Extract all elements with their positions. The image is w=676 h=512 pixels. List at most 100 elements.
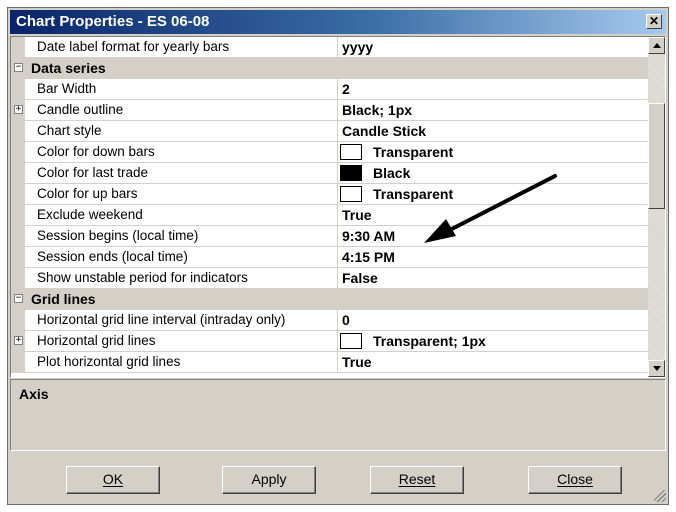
column-splitter[interactable]: [337, 37, 338, 57]
collapse-icon[interactable]: −: [14, 294, 23, 303]
property-rows: Date label format for yearly bars yyyy − Da…: [11, 37, 649, 373]
property-value[interactable]: Transparent: [373, 186, 453, 202]
column-splitter[interactable]: [337, 226, 338, 246]
description-title: Axis: [19, 386, 49, 402]
category-label: Grid lines: [31, 291, 96, 307]
row-gutter: [11, 163, 25, 183]
property-name: Exclude weekend: [37, 207, 143, 222]
property-value[interactable]: 9:30 AM: [342, 228, 395, 244]
resize-grip-icon[interactable]: [654, 490, 666, 502]
property-name: Plot horizontal grid lines: [37, 354, 181, 369]
property-name: Color for up bars: [37, 186, 138, 201]
property-name: Horizontal grid lines: [37, 333, 156, 348]
expand-icon[interactable]: +: [14, 336, 23, 345]
row-gutter: [11, 226, 25, 246]
property-row[interactable]: Exclude weekend True: [11, 205, 649, 226]
property-row[interactable]: Color for last trade Black: [11, 163, 649, 184]
description-panel: Axis: [10, 379, 666, 451]
property-value[interactable]: Black; 1px: [342, 102, 412, 118]
property-row[interactable]: Show unstable period for indicators False: [11, 268, 649, 289]
column-splitter[interactable]: [337, 163, 338, 183]
row-gutter: [11, 310, 25, 330]
column-splitter[interactable]: [337, 79, 338, 99]
property-name: Session ends (local time): [37, 249, 188, 264]
row-gutter: [11, 205, 25, 225]
arrow-down-icon: [653, 366, 661, 371]
close-icon: ✕: [648, 14, 660, 28]
property-name: Bar Width: [37, 81, 97, 96]
chart-properties-dialog: Chart Properties - ES 06-08 ✕ Date label…: [7, 7, 669, 505]
column-splitter[interactable]: [337, 268, 338, 288]
column-splitter[interactable]: [337, 121, 338, 141]
title-bar[interactable]: Chart Properties - ES 06-08 ✕: [10, 10, 666, 34]
ok-button-label: OK: [102, 471, 124, 487]
column-splitter[interactable]: [337, 352, 338, 372]
property-value[interactable]: True: [342, 354, 372, 370]
property-value[interactable]: yyyy: [342, 39, 373, 55]
scroll-down-button[interactable]: [648, 360, 665, 377]
property-row[interactable]: Bar Width 2: [11, 79, 649, 100]
category-row[interactable]: − Grid lines: [11, 289, 649, 310]
property-name: Candle outline: [37, 102, 124, 117]
property-row[interactable]: Chart style Candle Stick: [11, 121, 649, 142]
property-value[interactable]: Transparent: [373, 144, 453, 160]
close-window-button[interactable]: ✕: [646, 14, 662, 29]
property-value[interactable]: 2: [342, 81, 350, 97]
property-row[interactable]: Session ends (local time) 4:15 PM: [11, 247, 649, 268]
property-name: Session begins (local time): [37, 228, 199, 243]
apply-button-label: Apply: [251, 471, 287, 487]
column-splitter[interactable]: [337, 142, 338, 162]
property-value[interactable]: False: [342, 270, 378, 286]
vertical-scrollbar[interactable]: [648, 37, 665, 377]
color-swatch: [340, 333, 362, 349]
property-value[interactable]: 0: [342, 312, 350, 328]
window-title: Chart Properties - ES 06-08: [16, 13, 210, 30]
reset-button[interactable]: Reset: [370, 466, 464, 494]
row-gutter: [11, 121, 25, 141]
column-splitter[interactable]: [337, 331, 338, 351]
column-splitter[interactable]: [337, 310, 338, 330]
row-gutter: [11, 352, 25, 372]
property-row[interactable]: + Candle outline Black; 1px: [11, 100, 649, 121]
property-name: Date label format for yearly bars: [37, 39, 230, 54]
scroll-up-button[interactable]: [648, 37, 665, 54]
property-row[interactable]: Plot horizontal grid lines True: [11, 352, 649, 373]
property-name: Show unstable period for indicators: [37, 270, 248, 285]
color-swatch: [340, 165, 362, 181]
property-row[interactable]: Session begins (local time) 9:30 AM: [11, 226, 649, 247]
row-gutter: [11, 268, 25, 288]
close-button-label: Close: [557, 471, 593, 487]
row-gutter: [11, 79, 25, 99]
category-label: Data series: [31, 60, 106, 76]
column-splitter[interactable]: [337, 205, 338, 225]
property-value[interactable]: Transparent; 1px: [373, 333, 486, 349]
close-button[interactable]: Close: [528, 466, 622, 494]
property-name: Chart style: [37, 123, 102, 138]
apply-button[interactable]: Apply: [222, 466, 316, 494]
property-value[interactable]: True: [342, 207, 372, 223]
column-splitter[interactable]: [337, 100, 338, 120]
row-gutter: [11, 247, 25, 267]
row-gutter: [11, 184, 25, 204]
property-value[interactable]: Black: [373, 165, 410, 181]
collapse-icon[interactable]: −: [14, 63, 23, 72]
column-splitter[interactable]: [337, 247, 338, 267]
property-value[interactable]: Candle Stick: [342, 123, 426, 139]
color-swatch: [340, 144, 362, 160]
property-row[interactable]: Color for up bars Transparent: [11, 184, 649, 205]
property-row[interactable]: Date label format for yearly bars yyyy: [11, 37, 649, 58]
property-grid: Date label format for yearly bars yyyy − Da…: [10, 36, 666, 378]
property-name: Horizontal grid line interval (intraday …: [37, 312, 286, 327]
arrow-up-icon: [653, 43, 661, 48]
row-gutter: [11, 37, 25, 57]
property-name: Color for down bars: [37, 144, 155, 159]
property-row[interactable]: Horizontal grid line interval (intraday …: [11, 310, 649, 331]
expand-icon[interactable]: +: [14, 105, 23, 114]
property-value[interactable]: 4:15 PM: [342, 249, 395, 265]
property-row[interactable]: Color for down bars Transparent: [11, 142, 649, 163]
scroll-thumb[interactable]: [648, 103, 665, 209]
property-row[interactable]: + Horizontal grid lines Transparent; 1px: [11, 331, 649, 352]
column-splitter[interactable]: [337, 184, 338, 204]
category-row[interactable]: − Data series: [11, 58, 649, 79]
ok-button[interactable]: OK: [66, 466, 160, 494]
